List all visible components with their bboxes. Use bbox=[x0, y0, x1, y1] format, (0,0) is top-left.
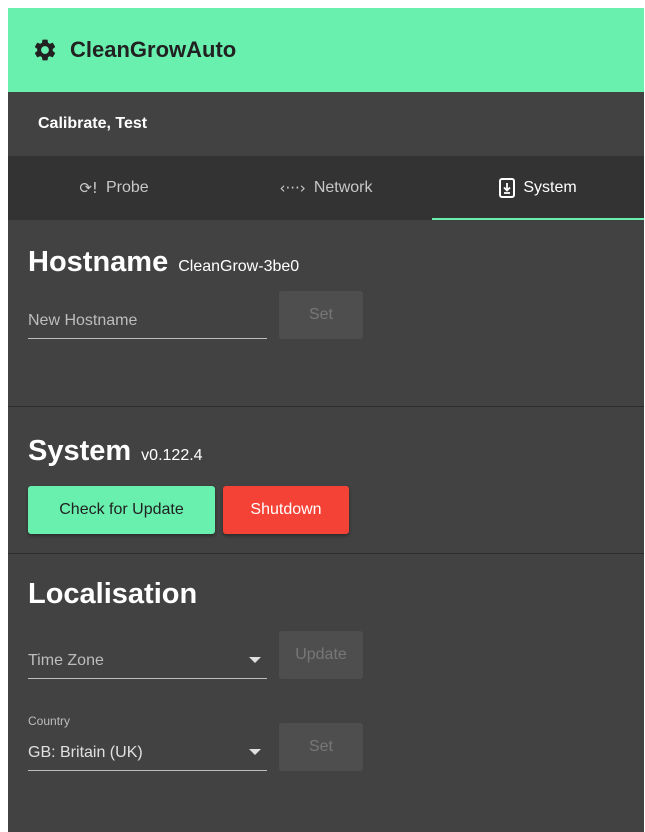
system-title: System bbox=[28, 435, 132, 467]
probe-icon: ⟳! bbox=[79, 179, 98, 197]
country-value: GB: Britain (UK) bbox=[28, 744, 143, 761]
set-hostname-button[interactable]: Set bbox=[279, 291, 363, 339]
shutdown-button[interactable]: Shutdown bbox=[223, 486, 349, 534]
app-title: CleanGrowAuto bbox=[70, 37, 237, 62]
chevron-down-icon bbox=[249, 657, 261, 663]
localisation-section: Localisation Time Zone Update Country GB… bbox=[8, 554, 644, 832]
localisation-heading: Localisation bbox=[28, 554, 624, 611]
hostname-heading: Hostname CleanGrow-3be0 bbox=[28, 220, 624, 279]
tab-network-label: Network bbox=[313, 179, 373, 196]
system-icon bbox=[499, 178, 516, 198]
country-form: Country GB: Britain (UK) Set bbox=[28, 714, 624, 771]
update-timezone-button[interactable]: Update bbox=[279, 631, 363, 679]
system-actions: Check for Update Shutdown bbox=[28, 486, 624, 534]
hostname-input[interactable] bbox=[28, 312, 267, 338]
localisation-title: Localisation bbox=[28, 578, 198, 610]
tab-system-label: System bbox=[523, 179, 577, 196]
current-hostname: CleanGrow-3be0 bbox=[178, 258, 300, 275]
timezone-select[interactable]: Time Zone bbox=[28, 636, 267, 679]
tab-system[interactable]: System bbox=[432, 156, 644, 220]
tab-network[interactable]: ‹···› Network bbox=[220, 156, 432, 220]
app-header: CleanGrowAuto bbox=[8, 8, 644, 92]
tab-probe-label: Probe bbox=[105, 179, 149, 196]
set-country-button[interactable]: Set bbox=[279, 723, 363, 771]
country-select[interactable]: Country GB: Britain (UK) bbox=[28, 714, 267, 771]
tab-bar: ⟳! Probe ‹···› Network System bbox=[8, 156, 644, 220]
gear-icon bbox=[32, 37, 58, 63]
tab-probe[interactable]: ⟳! Probe bbox=[8, 156, 220, 220]
system-section: System v0.122.4 Check for Update Shutdow… bbox=[8, 407, 644, 554]
hostname-title: Hostname bbox=[28, 246, 169, 278]
system-heading: System v0.122.4 bbox=[28, 407, 624, 468]
hostname-form: Set bbox=[28, 291, 624, 339]
country-label: Country bbox=[28, 714, 71, 728]
page-subtitle: Calibrate, Test bbox=[8, 92, 644, 156]
timezone-placeholder: Time Zone bbox=[28, 652, 104, 669]
app-window: CleanGrowAuto Calibrate, Test ⟳! Probe ‹… bbox=[8, 8, 644, 832]
system-version: v0.122.4 bbox=[141, 447, 203, 464]
check-update-button[interactable]: Check for Update bbox=[28, 486, 215, 534]
timezone-form: Time Zone Update bbox=[28, 631, 624, 679]
network-icon: ‹···› bbox=[279, 179, 306, 197]
hostname-field bbox=[28, 296, 267, 339]
chevron-down-icon bbox=[249, 749, 261, 755]
hostname-section: Hostname CleanGrow-3be0 Set bbox=[8, 220, 644, 407]
